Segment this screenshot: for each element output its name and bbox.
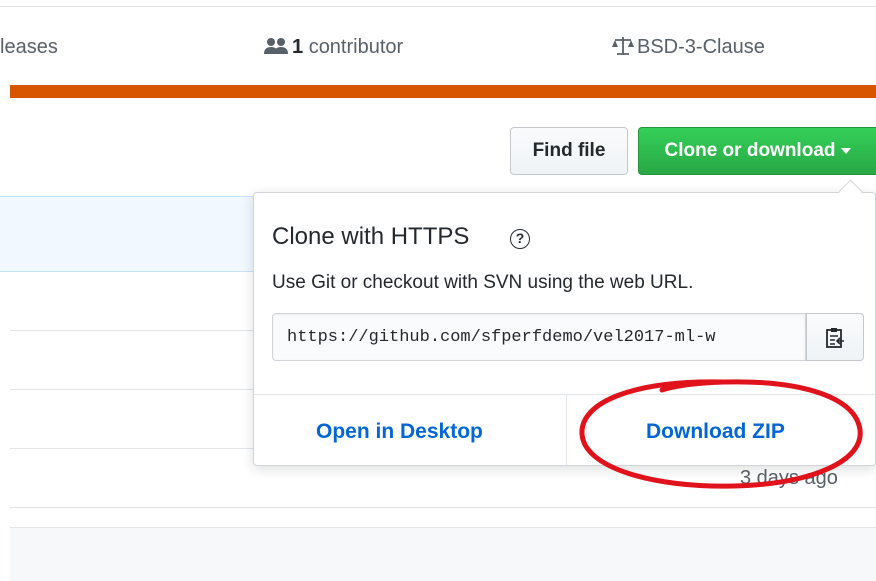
language-bar [10, 85, 876, 98]
clone-or-download-button[interactable]: Clone or download [638, 127, 876, 175]
clone-description: Use Git or checkout with SVN using the w… [272, 272, 694, 293]
contributors-link[interactable]: 1 contributor [264, 33, 403, 61]
clone-dropdown-title: Clone with HTTPS [272, 223, 470, 250]
caret-down-icon [840, 147, 851, 154]
license-label: BSD-3-Clause [637, 36, 765, 58]
footer-divider [566, 395, 567, 465]
open-in-desktop-link[interactable]: Open in Desktop [316, 420, 483, 444]
red-annotation-circle [579, 379, 863, 489]
people-icon [264, 38, 288, 54]
contributors-label: contributor [308, 36, 404, 58]
stats-divider [0, 6, 876, 7]
copy-url-button[interactable] [806, 313, 864, 361]
clipboard-icon [826, 328, 844, 348]
clone-url-input[interactable] [272, 313, 806, 361]
readme-box [10, 527, 876, 581]
license-link[interactable]: BSD-3-Clause [612, 33, 765, 61]
file-row-divider [10, 507, 876, 508]
contributors-count: 1 [292, 36, 304, 58]
releases-link[interactable]: leases [0, 33, 58, 61]
help-icon[interactable]: ? [510, 229, 530, 249]
releases-label: leases [0, 36, 58, 58]
clone-or-download-label: Clone or download [664, 140, 836, 161]
find-file-button[interactable]: Find file [510, 127, 628, 175]
law-icon [612, 37, 634, 55]
